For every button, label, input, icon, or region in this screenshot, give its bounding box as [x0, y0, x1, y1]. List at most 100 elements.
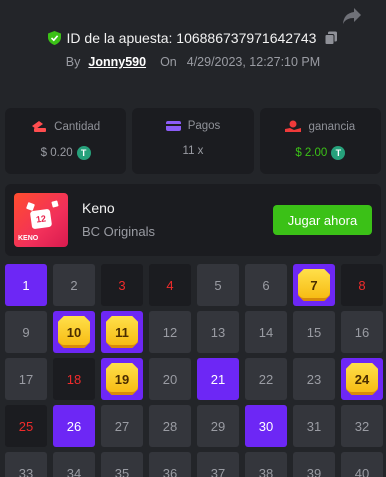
username-link[interactable]: Jonny590 — [88, 55, 146, 69]
keno-cell-number: 21 — [210, 371, 226, 387]
keno-cell-number: 29 — [210, 418, 226, 434]
keno-cell: 37 — [197, 452, 239, 477]
bet-stats: Cantidad $ 0.20 T Pagos 11 x ganancia $ … — [5, 108, 381, 174]
keno-cell-number: 3 — [118, 277, 126, 293]
keno-cell-number: 18 — [66, 371, 82, 387]
stat-profit: ganancia $ 2.00 T — [259, 108, 381, 174]
stat-payout: Pagos 11 x — [132, 108, 254, 174]
thumb-card-number: 12 — [29, 208, 53, 230]
keno-cell-number: 13 — [210, 324, 226, 340]
keno-cell-number: 4 — [166, 277, 174, 293]
keno-cell: 17 — [5, 358, 47, 400]
keno-cell-number: 32 — [354, 418, 370, 434]
by-prefix: By — [65, 55, 81, 69]
game-name[interactable]: Keno — [82, 200, 115, 216]
keno-cell-number: 30 — [258, 418, 274, 434]
keno-cell: 23 — [293, 358, 335, 400]
keno-cell-number: 1 — [22, 277, 30, 293]
bet-datetime: 4/29/2023, 12:27:10 PM — [186, 55, 321, 69]
keno-cell-number: 36 — [162, 465, 178, 477]
keno-cell: 15 — [293, 311, 335, 353]
keno-cell: 40 — [341, 452, 383, 477]
keno-cell-number: 16 — [354, 324, 370, 340]
keno-grid: 1 2 3 4 5 6 7 8 9 10 11 12 13 14 15 16 17 18 19 20 21 22 23 24 2… — [5, 264, 383, 477]
profit-icon — [285, 120, 302, 132]
author-line: By Jonny590 On 4/29/2023, 12:27:10 PM — [0, 55, 386, 69]
stat-payout-value: 11 x — [182, 145, 204, 157]
play-now-button[interactable]: Jugar ahora — [273, 205, 372, 235]
keno-cell-number: 39 — [306, 465, 322, 477]
keno-cell: 36 — [149, 452, 191, 477]
gem-tile-icon: 11 — [106, 316, 138, 348]
stat-payout-label: Pagos — [187, 120, 221, 132]
keno-cell: 22 — [245, 358, 287, 400]
keno-cell: 29 — [197, 405, 239, 447]
gem-tile-icon: 24 — [346, 363, 378, 395]
keno-cell-number: 33 — [18, 465, 34, 477]
keno-cell-number: 2 — [70, 277, 78, 293]
keno-cell: 10 — [53, 311, 95, 353]
thumb-label: KENO — [18, 235, 39, 242]
keno-cell: 39 — [293, 452, 335, 477]
stat-amount-value: $ 0.20 — [40, 147, 73, 159]
keno-cell: 9 — [5, 311, 47, 353]
on-prefix: On — [160, 55, 177, 69]
keno-cell: 11 — [101, 311, 143, 353]
keno-thumbnail[interactable]: 12 KENO — [14, 193, 68, 247]
keno-cell-number: 26 — [66, 418, 82, 434]
keno-cell: 31 — [293, 405, 335, 447]
keno-cell-number: 9 — [22, 324, 30, 340]
keno-cell: 6 — [245, 264, 287, 306]
keno-cell-number: 35 — [114, 465, 130, 477]
keno-cell: 3 — [101, 264, 143, 306]
keno-cell-number: 5 — [214, 277, 222, 293]
stat-amount-label: Cantidad — [54, 120, 101, 133]
keno-cell-number: 14 — [258, 324, 274, 340]
keno-cell: 2 — [53, 264, 95, 306]
keno-cell-number: 6 — [262, 277, 270, 293]
keno-cell: 19 — [101, 358, 143, 400]
bet-id-line: ID de la apuesta: 106886737971642743 — [0, 30, 386, 46]
keno-cell: 33 — [5, 452, 47, 477]
keno-cell: 20 — [149, 358, 191, 400]
keno-cell: 5 — [197, 264, 239, 306]
keno-cell: 4 — [149, 264, 191, 306]
keno-cell: 8 — [341, 264, 383, 306]
stat-amount: Cantidad $ 0.20 T — [5, 108, 127, 174]
keno-cell: 1 — [5, 264, 47, 306]
keno-cell: 25 — [5, 405, 47, 447]
keno-cell: 14 — [245, 311, 287, 353]
share-icon[interactable] — [342, 7, 362, 25]
keno-cell: 16 — [341, 311, 383, 353]
keno-cell-number: 25 — [18, 418, 34, 434]
keno-cell-number: 15 — [306, 324, 322, 340]
gem-tile-icon: 19 — [106, 363, 138, 395]
stat-profit-value: $ 2.00 — [295, 147, 328, 159]
stat-profit-label: ganancia — [308, 120, 356, 133]
keno-cell: 28 — [149, 405, 191, 447]
keno-cell: 13 — [197, 311, 239, 353]
bet-header: ID de la apuesta: 106886737971642743 By … — [0, 30, 386, 69]
keno-cell: 38 — [245, 452, 287, 477]
keno-cell-number: 34 — [66, 465, 82, 477]
keno-cell: 35 — [101, 452, 143, 477]
keno-cell: 34 — [53, 452, 95, 477]
keno-cell-number: 37 — [210, 465, 226, 477]
keno-cell-number: 23 — [306, 371, 322, 387]
verified-shield-icon — [47, 31, 61, 45]
keno-cell-number: 28 — [162, 418, 178, 434]
keno-cell-number: 38 — [258, 465, 274, 477]
keno-cell: 26 — [53, 405, 95, 447]
keno-cell-number: 40 — [354, 465, 370, 477]
copy-icon[interactable] — [324, 31, 338, 45]
keno-cell: 18 — [53, 358, 95, 400]
keno-cell-number: 27 — [114, 418, 130, 434]
keno-cell: 30 — [245, 405, 287, 447]
wallet-icon — [165, 121, 181, 131]
money-icon — [32, 121, 47, 132]
tether-coin-icon: T — [76, 146, 91, 160]
keno-cell-number: 31 — [306, 418, 322, 434]
gem-tile-icon: 7 — [298, 269, 330, 301]
keno-cell-number: 8 — [358, 277, 366, 293]
keno-cell-number: 17 — [18, 371, 34, 387]
